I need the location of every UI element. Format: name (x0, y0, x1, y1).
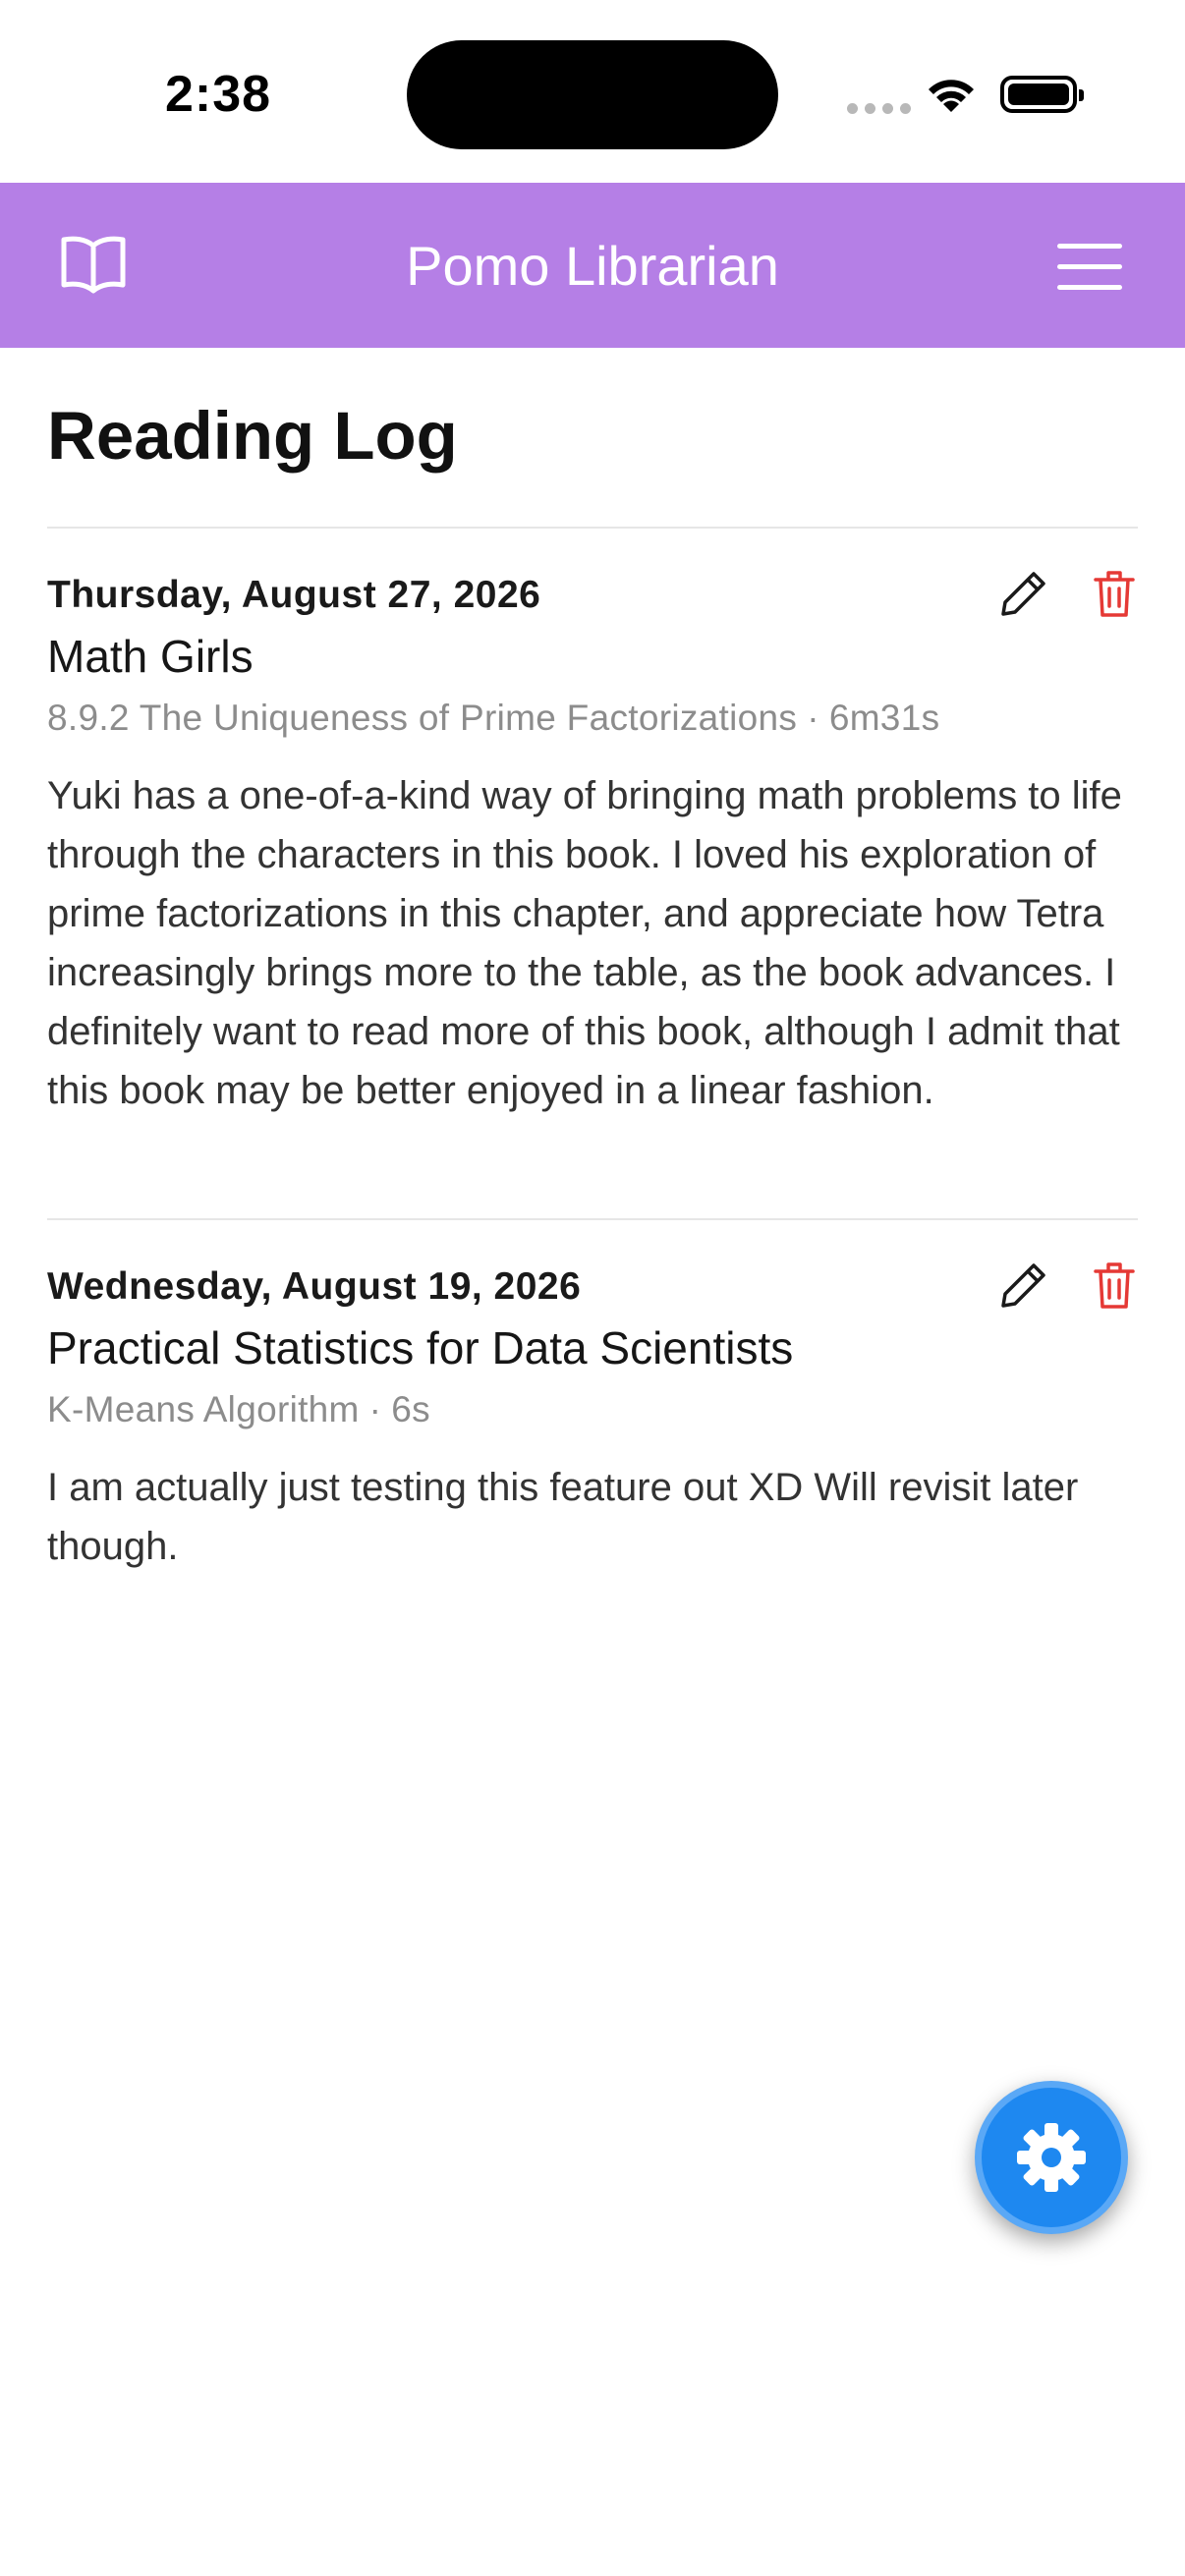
dynamic-island (407, 40, 778, 149)
divider (47, 1218, 1138, 1220)
hamburger-menu-icon[interactable] (1057, 244, 1122, 291)
wifi-icon (929, 80, 974, 112)
entry-date: Thursday, August 27, 2026 (47, 574, 541, 616)
battery-icon (1000, 76, 1084, 113)
entry-note: Yuki has a one-of-a-kind way of bringing… (47, 774, 1122, 1112)
entry-section: 8.9.2 The Uniqueness of Prime Factorizat… (47, 698, 798, 738)
entry-meta: 8.9.2 The Uniqueness of Prime Factorizat… (47, 698, 939, 739)
divider (47, 527, 1138, 529)
meta-separator: · (807, 698, 819, 738)
pencil-icon[interactable] (998, 1260, 1049, 1311)
status-bar: 2:38 (0, 0, 1185, 183)
gear-icon (1017, 2123, 1086, 2192)
entry-book-title: Math Girls (47, 631, 254, 682)
pencil-icon[interactable] (998, 568, 1049, 619)
reading-log-screen: 2:38 Pomo Librarian Reading Log Thursday… (0, 0, 1185, 2576)
entry-duration: 6m31s (828, 698, 940, 738)
app-title: Pomo Librarian (406, 235, 779, 297)
trash-icon[interactable] (1093, 568, 1136, 619)
entry-meta: K-Means Algorithm · 6s (47, 1389, 430, 1430)
status-time: 2:38 (165, 66, 272, 123)
settings-fab-button[interactable] (975, 2081, 1128, 2234)
entry-book-title: Practical Statistics for Data Scientists (47, 1322, 794, 1373)
entry-section: K-Means Algorithm (47, 1389, 360, 1429)
app-navbar: Pomo Librarian (0, 183, 1185, 348)
trash-icon[interactable] (1093, 1260, 1136, 1311)
entry-note: I am actually just testing this feature … (47, 1466, 1079, 1568)
entry-date: Wednesday, August 19, 2026 (47, 1265, 582, 1308)
entry-duration: 6s (391, 1389, 430, 1429)
cellular-signal-icon (847, 103, 911, 114)
page-title: Reading Log (47, 398, 458, 474)
meta-separator: · (368, 1389, 382, 1429)
